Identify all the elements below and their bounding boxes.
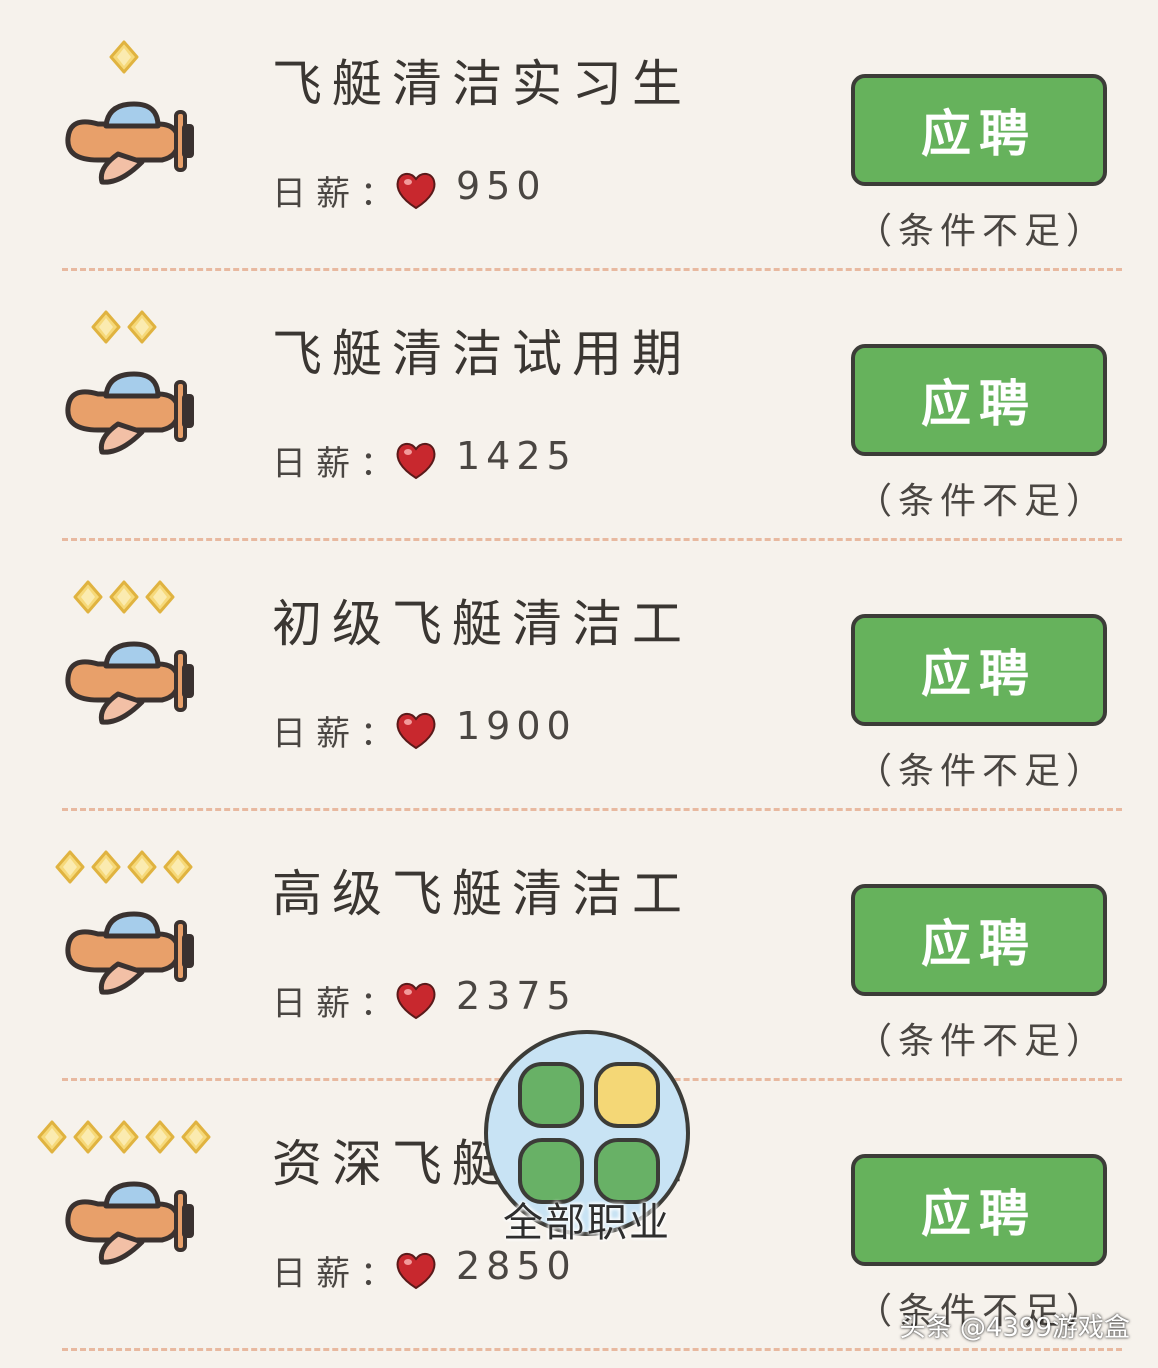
job-row: 飞艇清洁实习生日薪： 950 应聘 （条件不足）: [0, 0, 1158, 271]
salary-value: 1900: [456, 704, 577, 748]
salary-label: 日薪：: [272, 1254, 404, 1294]
star-icon: [107, 40, 141, 78]
star-icon: [125, 310, 159, 348]
job-title: 高级飞艇清洁工: [272, 865, 692, 923]
condition-note: （条件不足）: [856, 751, 1109, 792]
star-icon: [161, 850, 195, 888]
watermark: 头条 @4399游戏盒: [899, 1313, 1130, 1343]
star-icon: [71, 1120, 105, 1158]
star-rating: [89, 310, 159, 348]
star-icon: [71, 580, 105, 618]
star-icon: [143, 1120, 177, 1158]
job-row: 初级飞艇清洁工日薪： 1900 应聘 （条件不足）: [0, 540, 1158, 811]
star-rating: [53, 850, 195, 888]
heart-icon: [394, 1250, 438, 1290]
apply-button[interactable]: 应聘: [851, 344, 1107, 456]
apply-button[interactable]: 应聘: [851, 884, 1107, 996]
apply-button[interactable]: 应聘: [851, 1154, 1107, 1266]
star-icon: [89, 850, 123, 888]
job-title: 飞艇清洁试用期: [272, 325, 692, 383]
star-icon: [53, 850, 87, 888]
star-rating: [35, 1120, 213, 1158]
heart-icon: [394, 710, 438, 750]
salary-value: 1425: [456, 434, 577, 478]
apply-button[interactable]: 应聘: [851, 74, 1107, 186]
salary-value: 2375: [456, 974, 577, 1018]
airplane-icon: [58, 638, 196, 728]
condition-note: （条件不足）: [856, 1021, 1109, 1062]
airplane-icon: [58, 98, 196, 188]
salary-label: 日薪：: [272, 714, 404, 754]
airplane-icon: [58, 1178, 196, 1268]
condition-note: （条件不足）: [856, 211, 1109, 252]
job-row: 飞艇清洁试用期日薪： 1425 应聘 （条件不足）: [0, 270, 1158, 541]
salary-value: 2850: [456, 1244, 577, 1288]
job-title: 飞艇清洁实习生: [272, 55, 692, 113]
star-icon: [107, 1120, 141, 1158]
salary-value: 950: [456, 164, 547, 208]
grid-icon: [518, 1062, 660, 1204]
star-icon: [179, 1120, 213, 1158]
star-icon: [125, 850, 159, 888]
heart-icon: [394, 170, 438, 210]
salary-label: 日薪：: [272, 444, 404, 484]
airplane-icon: [58, 908, 196, 998]
apply-button[interactable]: 应聘: [851, 614, 1107, 726]
star-rating: [107, 40, 141, 78]
star-icon: [107, 580, 141, 618]
heart-icon: [394, 980, 438, 1020]
airplane-icon: [58, 368, 196, 458]
heart-icon: [394, 440, 438, 480]
star-rating: [71, 580, 177, 618]
salary-label: 日薪：: [272, 174, 404, 214]
condition-note: （条件不足）: [856, 481, 1109, 522]
all-jobs-label[interactable]: 全部职业: [487, 1190, 687, 1248]
star-icon: [35, 1120, 69, 1158]
job-title: 初级飞艇清洁工: [272, 595, 692, 653]
star-icon: [143, 580, 177, 618]
salary-label: 日薪：: [272, 984, 404, 1024]
star-icon: [89, 310, 123, 348]
row-divider: [62, 1348, 1122, 1351]
